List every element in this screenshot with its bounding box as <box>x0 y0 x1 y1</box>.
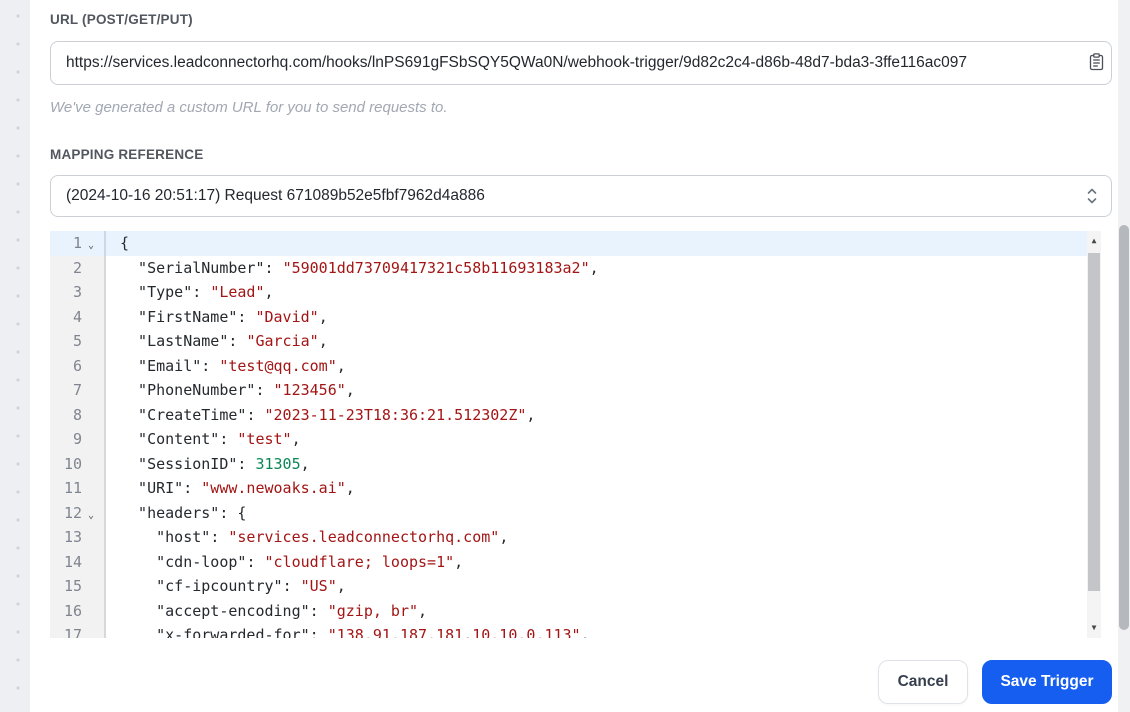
code-line-text: "host": "services.leadconnectorhq.com", <box>120 528 509 546</box>
fold-arrow-icon[interactable]: ⌄ <box>82 241 100 251</box>
line-number-gutter: 9 <box>50 427 106 452</box>
line-number-gutter: 16 <box>50 598 106 623</box>
line-number: 12 <box>63 503 82 522</box>
line-number-gutter: 7 <box>50 378 106 403</box>
code-line-text: "x-forwarded-for": "138.91.187.181,10.10… <box>120 626 590 638</box>
code-line[interactable]: 9 "Content": "test", <box>50 427 1101 452</box>
code-line[interactable]: 17 "x-forwarded-for": "138.91.187.181,10… <box>50 623 1101 638</box>
scroll-up-icon[interactable]: ▲ <box>1087 233 1101 249</box>
code-line-text: "cf-ipcountry": "US", <box>120 577 346 595</box>
code-lines: 1 ⌄{2 "SerialNumber": "59001dd73709417321… <box>50 231 1101 638</box>
url-helper-text: We've generated a custom URL for you to … <box>50 99 448 116</box>
code-line-text: "FirstName": "David", <box>120 307 328 326</box>
code-line[interactable]: 7 "PhoneNumber": "123456", <box>50 378 1101 403</box>
code-line[interactable]: 16 "accept-encoding": "gzip, br", <box>50 598 1101 623</box>
line-number-gutter: 14 <box>50 549 106 574</box>
mapping-reference-select[interactable]: (2024-10-16 20:51:17) Request 671089b52e… <box>50 175 1112 217</box>
editor-scrollbar[interactable]: ▲ ▼ <box>1087 231 1101 638</box>
code-line[interactable]: 13 "host": "services.leadconnectorhq.com… <box>50 525 1101 550</box>
code-line-text: "cdn-loop": "cloudflare; loops=1", <box>120 552 464 571</box>
line-number: 16 <box>63 601 82 620</box>
code-line-text: "headers": { <box>120 503 247 522</box>
line-number: 4 <box>72 307 82 326</box>
line-number-gutter: 15 <box>50 574 106 599</box>
line-number: 2 <box>72 258 82 277</box>
line-number-gutter: 13 <box>50 525 106 550</box>
code-line[interactable]: 6 "Email": "test@qq.com", <box>50 353 1101 378</box>
code-line-text: "URI": "www.newoaks.ai", <box>120 479 355 497</box>
line-number: 7 <box>72 381 82 399</box>
page-scrollbar[interactable] <box>1118 0 1130 712</box>
code-line[interactable]: 2 "SerialNumber": "59001dd73709417321c58… <box>50 255 1101 280</box>
code-line-text: "accept-encoding": "gzip, br", <box>120 601 428 620</box>
url-field-label: URL (POST/GET/PUT) <box>50 12 193 27</box>
line-number: 3 <box>72 283 82 301</box>
code-line-text: { <box>120 234 130 252</box>
line-number-gutter: 1 ⌄ <box>50 231 106 256</box>
line-number: 5 <box>72 332 82 350</box>
mapping-reference-label: MAPPING REFERENCE <box>50 147 204 162</box>
save-trigger-button[interactable]: Save Trigger <box>982 660 1112 704</box>
line-number: 11 <box>63 479 82 497</box>
line-number-gutter: 3 <box>50 280 106 305</box>
line-number-gutter: 11 <box>50 476 106 501</box>
code-line[interactable]: 11 "URI": "www.newoaks.ai", <box>50 476 1101 501</box>
line-number: 17 <box>63 626 82 638</box>
code-line-text: "Type": "Lead", <box>120 283 274 301</box>
line-number: 9 <box>72 430 82 448</box>
code-line[interactable]: 3 "Type": "Lead", <box>50 280 1101 305</box>
workflow-canvas-edge <box>0 0 30 712</box>
line-number: 8 <box>72 405 82 424</box>
code-line-text: "SerialNumber": "59001dd73709417321c58b1… <box>120 258 599 277</box>
code-line[interactable]: 15 "cf-ipcountry": "US", <box>50 574 1101 599</box>
code-line[interactable]: 1 ⌄ { <box>50 231 1101 256</box>
json-code-editor[interactable]: 1 ⌄{2 "SerialNumber": "59001dd73709417321… <box>50 231 1101 638</box>
editor-scrollbar-thumb[interactable] <box>1088 253 1100 591</box>
cancel-button[interactable]: Cancel <box>878 660 968 704</box>
line-number: 14 <box>63 552 82 571</box>
code-line-text: "PhoneNumber": "123456", <box>120 381 355 399</box>
line-number: 10 <box>63 454 82 473</box>
line-number-gutter: 4 <box>50 304 106 329</box>
code-line[interactable]: 12 ⌄ "headers": { <box>50 500 1101 525</box>
page-scrollbar-thumb[interactable] <box>1119 225 1129 630</box>
code-line[interactable]: 4 "FirstName": "David", <box>50 304 1101 329</box>
line-number: 15 <box>63 577 82 595</box>
line-number-gutter: 12 ⌄ <box>50 500 106 525</box>
mapping-reference-selected-value: (2024-10-16 20:51:17) Request 671089b52e… <box>66 187 485 204</box>
webhook-trigger-panel: URL (POST/GET/PUT) We've generated a cus… <box>30 0 1118 712</box>
line-number-gutter: 6 <box>50 353 106 378</box>
code-line[interactable]: 5 "LastName": "Garcia", <box>50 329 1101 354</box>
code-line[interactable]: 10 "SessionID": 31305, <box>50 451 1101 476</box>
chevron-up-down-icon <box>1086 186 1098 206</box>
fold-arrow-icon[interactable]: ⌄ <box>82 510 100 521</box>
footer-actions: Cancel Save Trigger <box>50 660 1112 704</box>
webhook-url-input[interactable] <box>50 41 1112 85</box>
code-line-text: "CreateTime": "2023-11-23T18:36:21.51230… <box>120 405 536 424</box>
code-line-text: "SessionID": 31305, <box>120 454 310 473</box>
line-number-gutter: 2 <box>50 255 106 280</box>
code-line-text: "LastName": "Garcia", <box>120 332 328 350</box>
line-number-gutter: 10 <box>50 451 106 476</box>
line-number-gutter: 8 <box>50 402 106 427</box>
code-line-text: "Email": "test@qq.com", <box>120 356 346 375</box>
webhook-url-field-wrap <box>50 41 1112 85</box>
code-line-text: "Content": "test", <box>120 430 301 448</box>
scroll-down-icon[interactable]: ▼ <box>1087 620 1101 636</box>
code-line[interactable]: 8 "CreateTime": "2023-11-23T18:36:21.512… <box>50 402 1101 427</box>
copy-url-button[interactable] <box>1087 52 1105 74</box>
line-number-gutter: 17 <box>50 623 106 638</box>
code-line[interactable]: 14 "cdn-loop": "cloudflare; loops=1", <box>50 549 1101 574</box>
line-number: 1 <box>72 234 82 252</box>
line-number: 6 <box>72 356 82 375</box>
clipboard-icon <box>1089 52 1104 74</box>
line-number-gutter: 5 <box>50 329 106 354</box>
line-number: 13 <box>63 528 82 546</box>
